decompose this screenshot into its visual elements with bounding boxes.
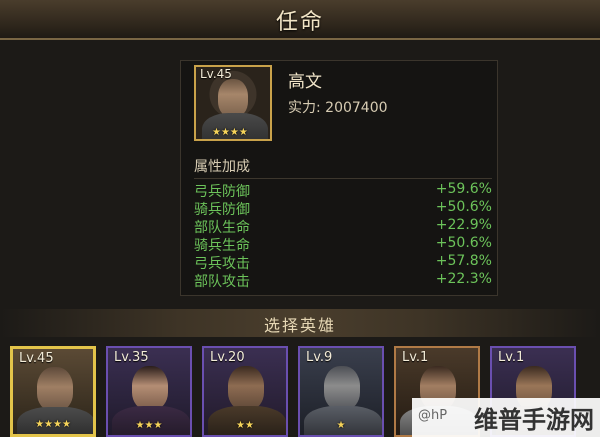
attribute-value: +57.8% [435,253,492,269]
hero-card-level: Lv.20 [210,350,245,365]
attribute-row: 部队攻击 +22.3% [194,271,492,290]
select-hero-title: 选择英雄 [263,316,336,335]
hero-card-2[interactable]: Lv.35 ★★★ [106,346,192,437]
hero-card-portrait [132,366,168,410]
attribute-value: +59.6% [435,181,492,197]
hero-card-level: Lv.9 [306,350,333,365]
hero-card-level: Lv.1 [402,350,429,365]
hero-card-1[interactable]: Lv.45 ★★★★ [10,346,96,437]
attribute-row: 骑兵生命 +50.6% [194,235,492,254]
attribute-label: 部队攻击 [194,274,250,290]
attribute-label: 骑兵防御 [194,202,250,218]
divider [194,178,492,179]
attribute-row: 骑兵防御 +50.6% [194,199,492,218]
hero-name: 高文 [288,72,322,92]
hero-level: Lv.45 [200,67,232,81]
title-bar: 任命 [0,0,600,40]
hero-face [218,79,248,117]
attribute-label: 部队生命 [194,220,250,236]
attribute-row: 部队生命 +22.9% [194,217,492,236]
watermark-handle: @hP [418,408,448,423]
hero-card-portrait [228,366,264,410]
attribute-value: +50.6% [435,235,492,251]
attribute-label: 弓兵攻击 [194,256,250,272]
attribute-value: +22.9% [435,217,492,233]
hero-card-stars: ★ [336,420,346,431]
attribute-label: 骑兵生命 [194,238,250,254]
hero-card-stars: ★★ [236,420,254,431]
hero-card-stars: ★★★ [135,420,163,431]
hero-card-level: Lv.45 [19,351,54,366]
hero-card-portrait [37,367,73,411]
hero-card-stars: ★★★★ [35,419,71,430]
attribute-row: 弓兵防御 +59.6% [194,181,492,200]
hero-card-level: Lv.1 [498,350,525,365]
hero-power: 实力: 2007400 [288,100,388,116]
hero-card-level: Lv.35 [114,350,149,365]
attribute-value: +22.3% [435,271,492,287]
attribute-bonus-title: 属性加成 [194,159,250,175]
hero-stars: ★★★★ [212,127,248,138]
attribute-value: +50.6% [435,199,492,215]
attribute-row: 弓兵攻击 +57.8% [194,253,492,272]
attribute-label: 弓兵防御 [194,184,250,200]
hero-card-portrait [324,366,360,410]
hero-card-3[interactable]: Lv.20 ★★ [202,346,288,437]
page-title: 任命 [275,10,324,35]
hero-card-4[interactable]: Lv.9 ★ [298,346,384,437]
watermark-text: 维普手游网 [474,406,594,434]
